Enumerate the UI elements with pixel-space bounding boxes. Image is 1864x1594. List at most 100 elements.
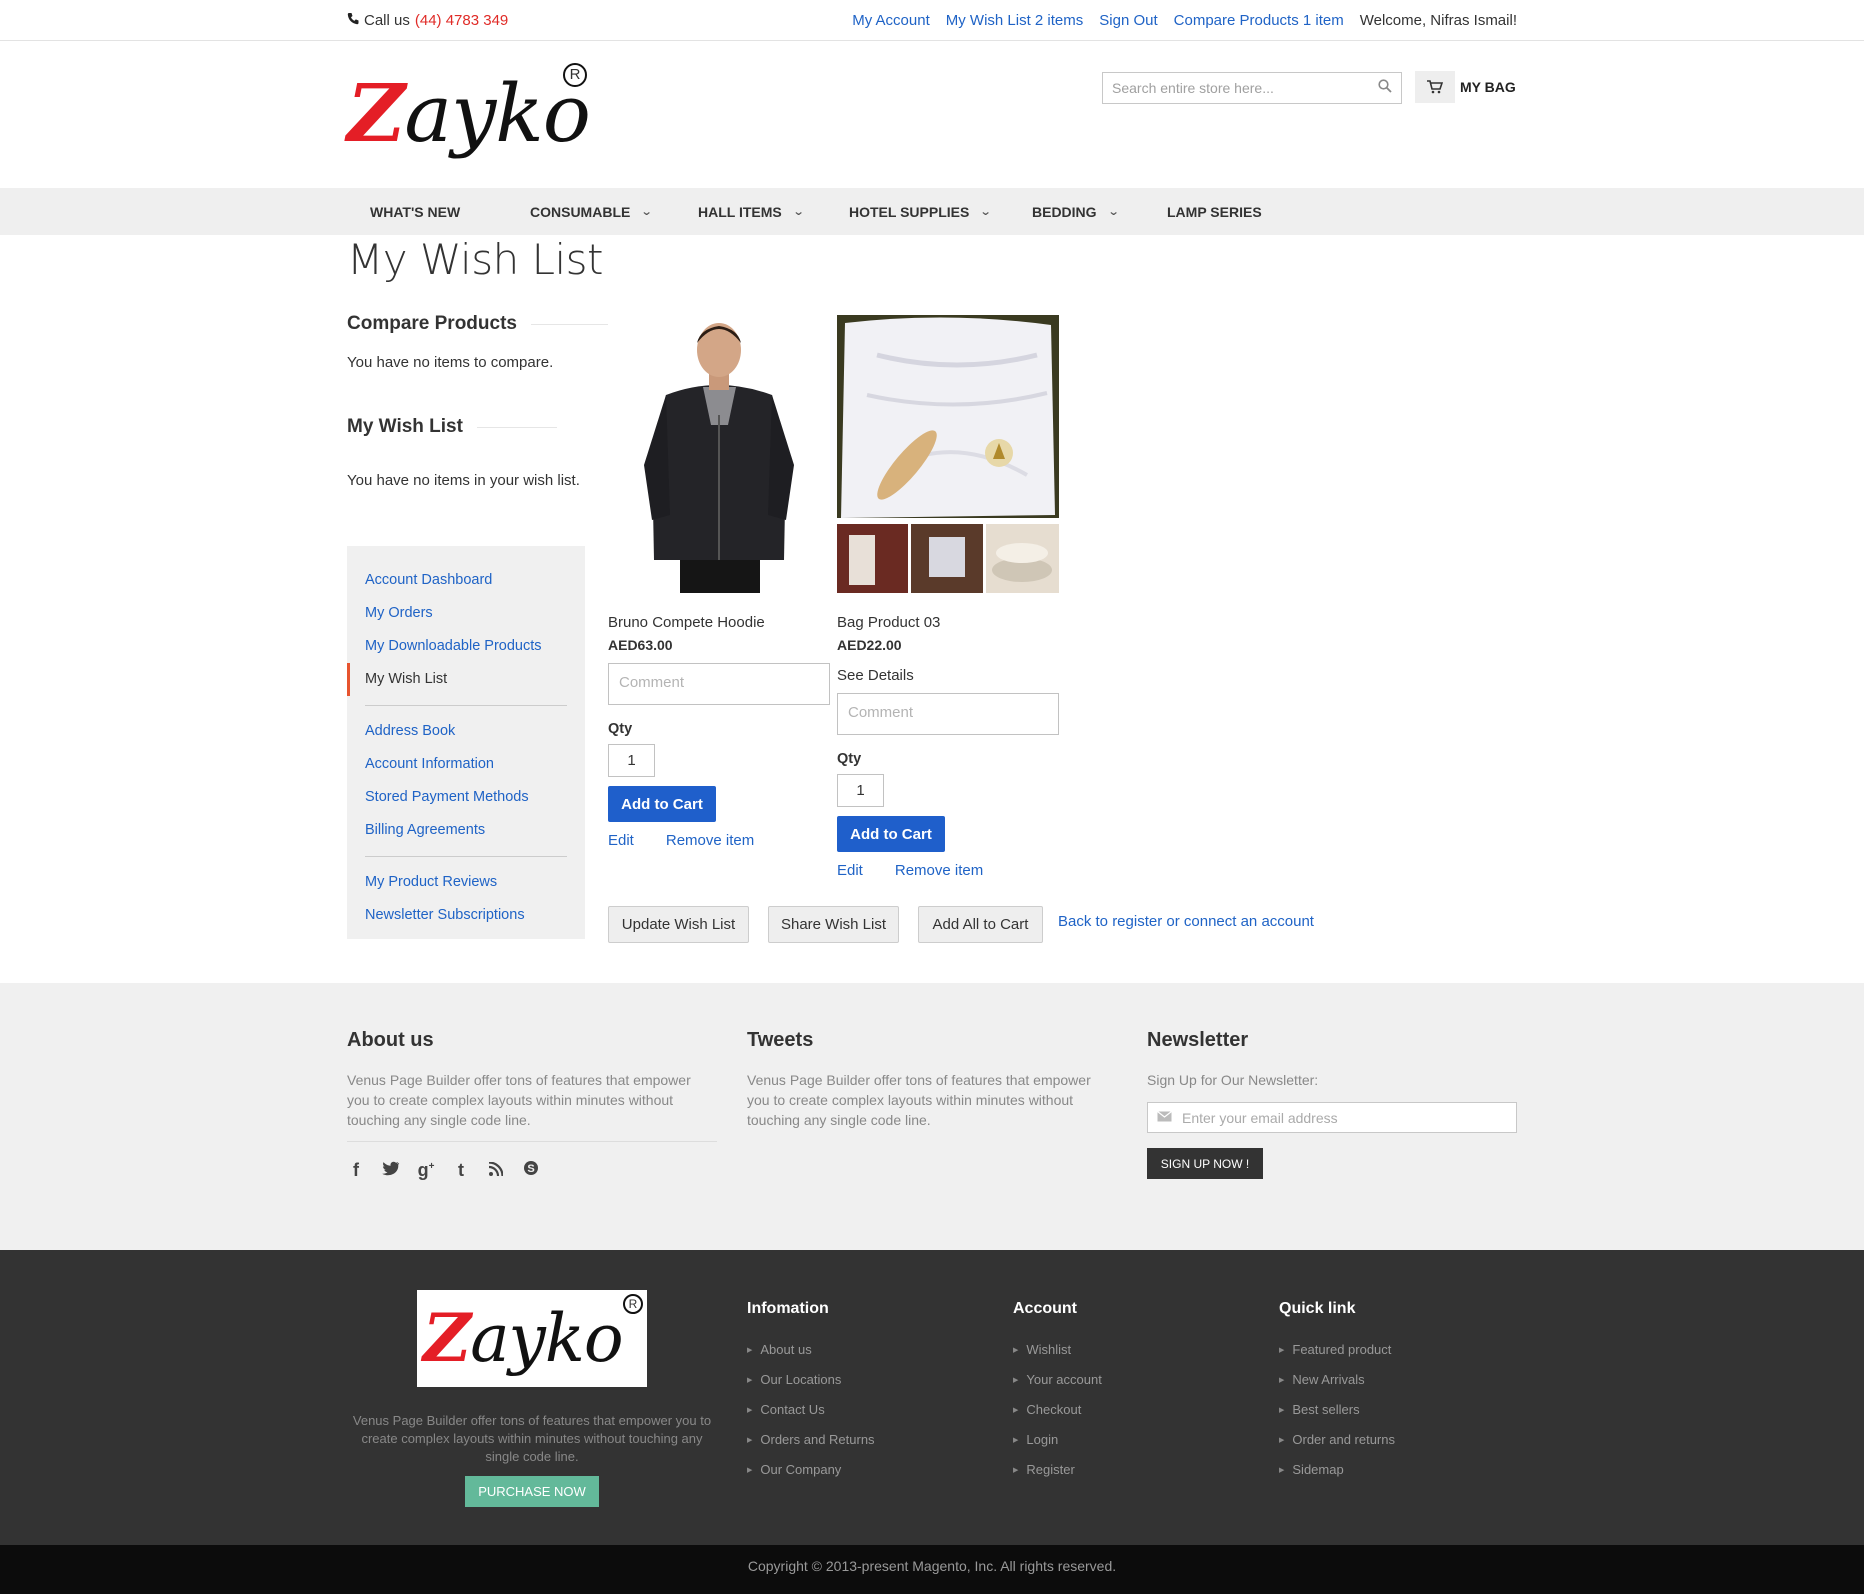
title-rule bbox=[476, 426, 557, 428]
skype-icon[interactable]: S bbox=[522, 1160, 540, 1181]
nav-product-reviews[interactable]: My Product Reviews bbox=[347, 866, 585, 899]
store-logo[interactable]: Zayko R bbox=[347, 63, 591, 175]
sign-out-link[interactable]: Sign Out bbox=[1099, 12, 1157, 29]
footer-link[interactable]: Our Company bbox=[747, 1460, 875, 1490]
remove-item-link[interactable]: Remove item bbox=[895, 862, 983, 879]
tumblr-icon[interactable]: t bbox=[452, 1160, 470, 1181]
back-to-register-link[interactable]: Back to register or connect an account bbox=[1058, 913, 1314, 930]
footer-link[interactable]: Wishlist bbox=[1013, 1340, 1102, 1370]
title-rule bbox=[530, 323, 611, 325]
product-image-bag[interactable] bbox=[837, 315, 1059, 593]
qty-input[interactable] bbox=[837, 774, 884, 807]
main-navigation: WHAT'S NEW CONSUMABLE ⌄ HALL ITEMS ⌄ HOTEL… bbox=[0, 188, 1864, 235]
about-us-text: Venus Page Builder offer tons of feature… bbox=[347, 1072, 691, 1128]
product-image-hoodie[interactable] bbox=[608, 315, 830, 593]
nav-item-bedding[interactable]: BEDDING ⌄ bbox=[1032, 188, 1119, 235]
chevron-down-icon: ⌄ bbox=[792, 206, 805, 218]
svg-text:S: S bbox=[527, 1163, 534, 1175]
my-account-link[interactable]: My Account bbox=[852, 12, 930, 29]
phone-number[interactable]: (44) 4783 349 bbox=[415, 12, 508, 29]
comment-field[interactable] bbox=[837, 693, 1059, 735]
nav-stored-payment-methods[interactable]: Stored Payment Methods bbox=[347, 781, 585, 814]
footer-link[interactable]: Register bbox=[1013, 1460, 1102, 1490]
information-title: Infomation bbox=[747, 1300, 829, 1317]
newsletter-title: Newsletter bbox=[1147, 1029, 1249, 1051]
nav-item-hall-items[interactable]: HALL ITEMS ⌄ bbox=[698, 188, 805, 235]
remove-item-link[interactable]: Remove item bbox=[666, 832, 754, 849]
comment-field[interactable] bbox=[608, 663, 830, 705]
product-name[interactable]: Bag Product 03 bbox=[837, 614, 1059, 631]
nav-item-whats-new[interactable]: WHAT'S NEW bbox=[370, 188, 460, 235]
nav-label: BEDDING bbox=[1032, 203, 1097, 220]
twitter-icon[interactable] bbox=[382, 1160, 400, 1181]
rss-icon[interactable] bbox=[487, 1160, 505, 1181]
header: Zayko R MY BAG bbox=[0, 41, 1864, 188]
footer-link[interactable]: Our Locations bbox=[747, 1370, 875, 1400]
google-plus-icon[interactable]: g+ bbox=[417, 1160, 435, 1181]
page-title: My Wish List bbox=[347, 235, 604, 284]
footer-link[interactable]: Orders and Returns bbox=[747, 1430, 874, 1460]
product-price: AED22.00 bbox=[837, 637, 902, 653]
wishlist-item: Bag Product 03 AED22.00 See Details Qty … bbox=[837, 614, 1059, 879]
bag-label[interactable]: MY BAG bbox=[1460, 79, 1516, 95]
share-wishlist-button[interactable]: Share Wish List bbox=[768, 906, 899, 943]
footer-links bbox=[0, 1250, 1864, 1545]
add-to-cart-button[interactable]: Add to Cart bbox=[608, 786, 716, 822]
see-details-toggle[interactable]: See Details bbox=[837, 667, 1059, 684]
account-links: Wishlist Your account Checkout Login Reg… bbox=[1013, 1340, 1102, 1490]
footer-link[interactable]: Featured product bbox=[1279, 1340, 1395, 1370]
footer-link[interactable]: Best sellers bbox=[1279, 1400, 1395, 1430]
qty-input[interactable] bbox=[608, 744, 655, 777]
edit-item-link[interactable]: Edit bbox=[837, 862, 863, 879]
nav-newsletter-subscriptions[interactable]: Newsletter Subscriptions bbox=[347, 899, 585, 932]
nav-label: LAMP SERIES bbox=[1167, 203, 1262, 220]
footer-link[interactable]: About us bbox=[747, 1340, 875, 1370]
newsletter-label: Sign Up for Our Newsletter: bbox=[1147, 1072, 1319, 1088]
wishlist-title-text: My Wish List bbox=[347, 416, 463, 437]
wishlist-block-title: My Wish List bbox=[347, 416, 557, 438]
footer-logo[interactable]: Zayko R bbox=[417, 1290, 647, 1387]
call-us: Call us (44) 4783 349 bbox=[347, 12, 508, 29]
footer-link[interactable]: Checkout bbox=[1013, 1400, 1102, 1430]
logo-text-rest: ayko bbox=[470, 1300, 623, 1377]
nav-account-dashboard[interactable]: Account Dashboard bbox=[347, 564, 585, 597]
purchase-now-button[interactable]: PURCHASE NOW bbox=[465, 1476, 599, 1507]
cart-icon[interactable] bbox=[1415, 71, 1455, 103]
search-icon[interactable] bbox=[1378, 79, 1392, 97]
qty-label: Qty bbox=[608, 721, 633, 737]
edit-item-link[interactable]: Edit bbox=[608, 832, 634, 849]
newsletter-signup-button[interactable]: SIGN UP NOW ! bbox=[1147, 1148, 1263, 1179]
nav-item-lamp-series[interactable]: LAMP SERIES bbox=[1167, 188, 1262, 235]
nav-item-hotel-supplies[interactable]: HOTEL SUPPLIES ⌄ bbox=[849, 188, 992, 235]
product-price: AED63.00 bbox=[608, 637, 673, 653]
divider bbox=[365, 705, 567, 706]
nav-address-book[interactable]: Address Book bbox=[347, 715, 585, 748]
footer-link[interactable]: New Arrivals bbox=[1279, 1370, 1395, 1400]
welcome-message: Welcome, Nifras Ismail! bbox=[1359, 11, 1517, 29]
footer-link[interactable]: Order and returns bbox=[1279, 1430, 1395, 1460]
mini-cart[interactable]: MY BAG bbox=[1415, 71, 1516, 103]
logo-text-rest: ayko bbox=[404, 67, 591, 160]
nav-label: HOTEL SUPPLIES bbox=[849, 203, 970, 220]
nav-billing-agreements[interactable]: Billing Agreements bbox=[347, 814, 585, 847]
compare-title-text: Compare Products bbox=[347, 313, 517, 334]
footer-link[interactable]: Sidemap bbox=[1279, 1460, 1395, 1490]
update-wishlist-button[interactable]: Update Wish List bbox=[608, 906, 749, 943]
footer-link[interactable]: Login bbox=[1013, 1430, 1102, 1460]
compare-products-link[interactable]: Compare Products 1 item bbox=[1174, 12, 1344, 29]
my-wishlist-link[interactable]: My Wish List 2 items bbox=[946, 12, 1084, 29]
search-input[interactable] bbox=[1112, 80, 1378, 96]
newsletter-email-input[interactable] bbox=[1172, 1109, 1507, 1126]
facebook-icon[interactable]: f bbox=[347, 1160, 365, 1181]
footer-link[interactable]: Your account bbox=[1013, 1370, 1101, 1400]
compare-block-title: Compare Products bbox=[347, 313, 611, 335]
nav-downloadable-products[interactable]: My Downloadable Products bbox=[347, 630, 585, 663]
call-label: Call us bbox=[364, 11, 410, 29]
add-to-cart-button[interactable]: Add to Cart bbox=[837, 816, 945, 852]
nav-my-orders[interactable]: My Orders bbox=[347, 597, 585, 630]
footer-link[interactable]: Contact Us bbox=[747, 1400, 875, 1430]
add-all-to-cart-button[interactable]: Add All to Cart bbox=[918, 906, 1043, 943]
product-name[interactable]: Bruno Compete Hoodie bbox=[608, 614, 830, 631]
nav-account-information[interactable]: Account Information bbox=[347, 748, 585, 781]
nav-item-consumable[interactable]: CONSUMABLE ⌄ bbox=[530, 188, 653, 235]
